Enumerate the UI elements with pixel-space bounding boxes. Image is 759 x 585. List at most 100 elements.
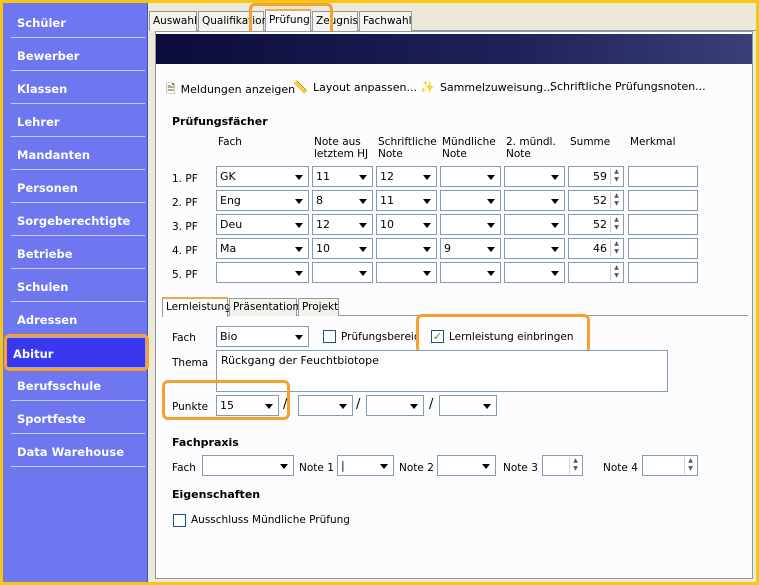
subtab-bar: Lernleistung Präsentation Projekt	[162, 297, 748, 317]
sidebar-item-adressen[interactable]: Adressen	[11, 304, 145, 335]
punkte-select-3[interactable]	[366, 395, 424, 416]
sidebar-item-klassen[interactable]: Klassen	[11, 73, 145, 104]
sammelzuweisung-button[interactable]: ✨ Sammelzuweisung...	[420, 80, 554, 94]
summe-spinner-4[interactable]: 46 ▲ ▼	[568, 238, 624, 259]
spin-up-icon[interactable]: ▲	[685, 457, 696, 465]
note-hj-select-2[interactable]: 8	[312, 190, 373, 211]
sidebar-item-data-warehouse[interactable]: Data Warehouse	[11, 436, 145, 467]
subtab-projekt[interactable]: Projekt	[298, 298, 339, 316]
note4-spinner[interactable]: ▲ ▼	[642, 455, 698, 476]
sidebar-item-sportfeste[interactable]: Sportfeste	[11, 403, 145, 434]
sidebar-item-bewerber[interactable]: Bewerber	[11, 40, 145, 71]
schriftlich-select-4[interactable]	[376, 238, 437, 259]
punkte-select-4[interactable]	[439, 395, 497, 416]
row-label-3: 3. PF	[172, 221, 198, 233]
note2-select[interactable]	[437, 455, 496, 476]
summe-spinner-2[interactable]: 52 ▲ ▼	[568, 190, 624, 211]
tab-auswahl[interactable]: Auswahl	[149, 11, 197, 31]
sidebar-item-mandanten[interactable]: Mandanten	[11, 139, 145, 170]
punkte-select[interactable]: 15	[216, 395, 279, 416]
note-hj-select-1[interactable]: 11	[312, 166, 373, 187]
muendlich2-select-3[interactable]	[504, 214, 565, 235]
spin-down-icon[interactable]: ▼	[570, 465, 581, 473]
muendlich2-select-2[interactable]	[504, 190, 565, 211]
muendlich2-select-4[interactable]	[504, 238, 565, 259]
spin-down-icon[interactable]: ▼	[611, 176, 622, 184]
tab-zeugnis[interactable]: Zeugnis	[312, 11, 358, 31]
muendlich2-select-5[interactable]	[504, 262, 565, 283]
sidebar-item-lehrer[interactable]: Lehrer	[11, 106, 145, 137]
spin-down-icon[interactable]: ▼	[611, 248, 622, 256]
fach-select-4[interactable]: Ma	[216, 238, 309, 259]
fach-select-5[interactable]	[216, 262, 309, 283]
muendlich-select-1[interactable]	[440, 166, 501, 187]
sidebar-item-betriebe[interactable]: Betriebe	[11, 238, 145, 269]
spinner-arrows[interactable]: ▲ ▼	[610, 216, 622, 233]
summe-spinner-3[interactable]: 52 ▲ ▼	[568, 214, 624, 235]
merkmal-field-4[interactable]	[628, 238, 698, 259]
ausschluss-checkbox[interactable]	[173, 514, 186, 527]
sidebar-item-sorgeberechtigte[interactable]: Sorgeberechtigte	[11, 205, 145, 236]
spinner-arrows[interactable]: ▲ ▼	[610, 192, 622, 209]
spin-up-icon[interactable]: ▲	[570, 457, 581, 465]
note-hj-select-5[interactable]	[312, 262, 373, 283]
schriftlich-select-5[interactable]	[376, 262, 437, 283]
spin-up-icon[interactable]: ▲	[611, 216, 622, 224]
note-hj-select-4[interactable]: 10	[312, 238, 373, 259]
muendlich-select-2[interactable]	[440, 190, 501, 211]
sidebar-item-berufsschule[interactable]: Berufsschule	[11, 370, 145, 401]
note-hj-select-3[interactable]: 12	[312, 214, 373, 235]
spinner-arrows[interactable]: ▲ ▼	[610, 168, 622, 185]
tab-pruefung[interactable]: Prüfung	[265, 9, 311, 32]
lernleistung-einbringen-checkbox[interactable]: ✓	[431, 330, 444, 343]
punkte-select-2[interactable]	[298, 395, 353, 416]
meldungen-button[interactable]: 🗎 Meldungen anzeigen	[166, 80, 295, 101]
schriftlich-select-2[interactable]: 11	[376, 190, 437, 211]
spinner-arrows[interactable]: ▲ ▼	[569, 457, 581, 474]
muendlich-select-3[interactable]	[440, 214, 501, 235]
pruefungsbereich-checkbox[interactable]	[323, 330, 336, 343]
schriftlich-select-3[interactable]: 10	[376, 214, 437, 235]
tab-fachwahl[interactable]: Fachwahl	[359, 11, 412, 31]
thema-textarea[interactable]: Rückgang der Feuchtbiotope	[216, 350, 668, 392]
spinner-arrows[interactable]: ▲ ▼	[610, 240, 622, 257]
layout-button[interactable]: 📏 Layout anpassen...	[293, 80, 417, 94]
note3-spinner[interactable]: ▲ ▼	[542, 455, 583, 476]
sidebar-item-schulen[interactable]: Schulen	[11, 271, 145, 302]
merkmal-field-5[interactable]	[628, 262, 698, 283]
header-muendlich: Mündliche Note	[442, 136, 496, 160]
note1-select[interactable]: |	[337, 455, 394, 476]
muendlich-select-4[interactable]: 9	[440, 238, 501, 259]
spin-up-icon[interactable]: ▲	[611, 240, 622, 248]
merkmal-field-2[interactable]	[628, 190, 698, 211]
spin-up-icon[interactable]: ▲	[611, 264, 622, 272]
summe-spinner-1[interactable]: 59 ▲ ▼	[568, 166, 624, 187]
spin-up-icon[interactable]: ▲	[611, 168, 622, 176]
spin-down-icon[interactable]: ▼	[611, 200, 622, 208]
sidebar-item-personen[interactable]: Personen	[11, 172, 145, 203]
fachpraxis-fach-select[interactable]	[202, 455, 294, 476]
fach-select-1[interactable]: GK	[216, 166, 309, 187]
tab-qualifikation[interactable]: Qualifikation	[198, 11, 268, 31]
schriftlich-select-1[interactable]: 12	[376, 166, 437, 187]
fach-select-2[interactable]: Eng	[216, 190, 309, 211]
summe-spinner-5[interactable]: ▲ ▼	[568, 262, 624, 283]
merkmal-field-1[interactable]	[628, 166, 698, 187]
muendlich-select-5[interactable]	[440, 262, 501, 283]
schriftliche-noten-button[interactable]: Schriftliche Prüfungsnoten...	[550, 80, 706, 93]
spin-down-icon[interactable]: ▼	[611, 272, 622, 280]
subtab-praesentation[interactable]: Präsentation	[229, 298, 299, 316]
subtab-lernleistung[interactable]: Lernleistung	[162, 297, 231, 317]
muendlich2-select-1[interactable]	[504, 166, 565, 187]
merkmal-field-3[interactable]	[628, 214, 698, 235]
fachpraxis-fach-label: Fach	[172, 462, 196, 474]
sidebar-item-abitur[interactable]: Abitur	[6, 337, 146, 368]
spin-up-icon[interactable]: ▲	[611, 192, 622, 200]
spinner-arrows[interactable]: ▲ ▼	[684, 457, 696, 474]
fach-select-3[interactable]: Deu	[216, 214, 309, 235]
spin-down-icon[interactable]: ▼	[611, 224, 622, 232]
spinner-arrows[interactable]: ▲ ▼	[610, 264, 622, 281]
sidebar-item-schueler[interactable]: Schüler	[11, 7, 145, 38]
spin-down-icon[interactable]: ▼	[685, 465, 696, 473]
lernleistung-fach-select[interactable]: Bio	[216, 326, 309, 347]
